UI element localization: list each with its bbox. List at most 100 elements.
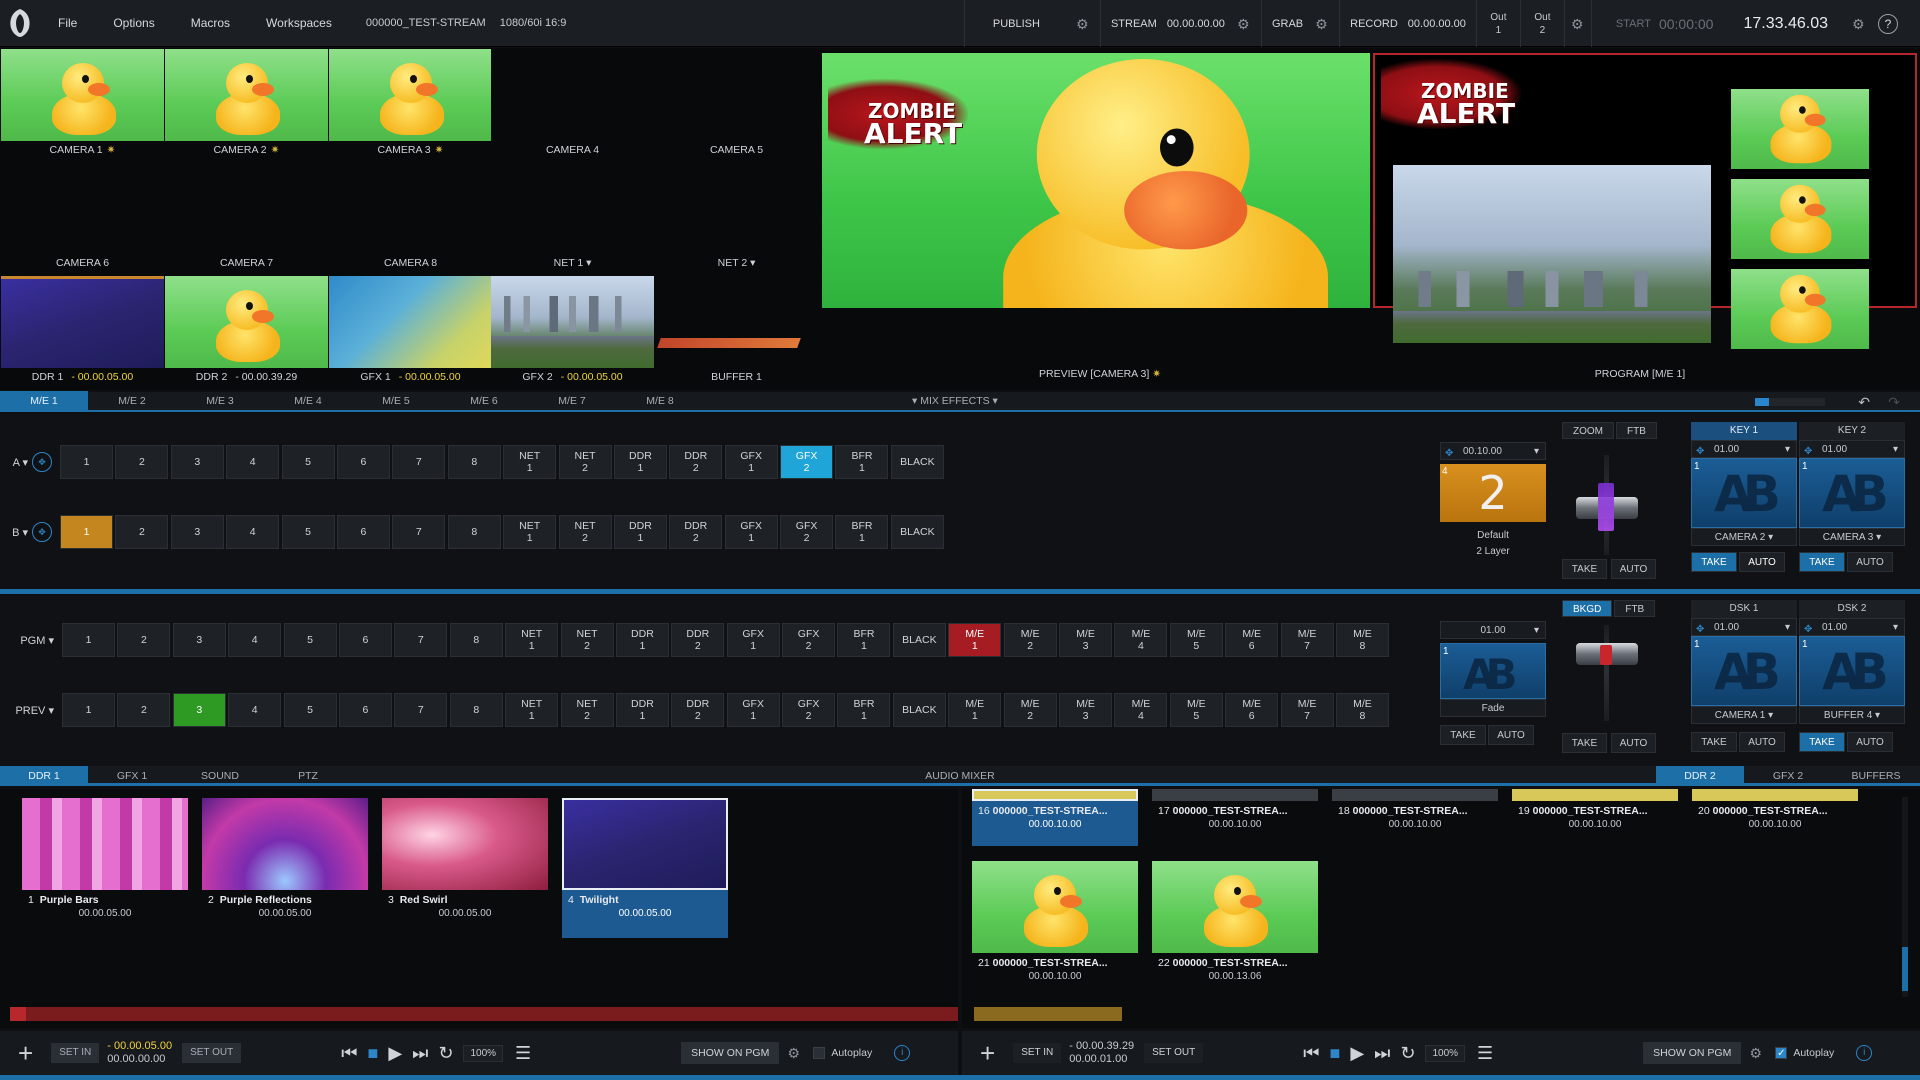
source-monitor-camera-7[interactable]: CAMERA 7 xyxy=(165,162,328,272)
row-prev-button-m/e-4[interactable]: M/E 4 xyxy=(1114,693,1168,727)
main-auto-button[interactable]: AUTO xyxy=(1488,725,1534,745)
row-b-button-2[interactable]: 2 xyxy=(115,515,169,549)
me-ftb-button[interactable]: FTB xyxy=(1616,422,1657,439)
tab-me-3[interactable]: M/E 3 xyxy=(176,391,264,411)
tab-me-6[interactable]: M/E 6 xyxy=(440,391,528,411)
net-2-dropdown-icon[interactable]: ▾ xyxy=(750,257,755,269)
net-1-dropdown-icon[interactable]: ▾ xyxy=(586,257,591,269)
row-prev-button-gfx-2[interactable]: GFX 2 xyxy=(782,693,836,727)
ddr-1-loop-icon[interactable]: ↻ xyxy=(438,1043,453,1064)
row-b-button-black[interactable]: BLACK xyxy=(890,515,944,549)
row-pgm-dropdown-icon[interactable]: ▾ xyxy=(48,635,54,647)
row-prev-button-5[interactable]: 5 xyxy=(283,693,337,727)
ddr-1-timeline[interactable] xyxy=(10,1007,958,1021)
row-b-button-6[interactable]: 6 xyxy=(336,515,390,549)
preview-monitor[interactable]: ZOMBIE ALERT xyxy=(822,53,1370,308)
dsk-1-take-button[interactable]: TAKE xyxy=(1691,732,1737,752)
ddr-2-clip-22[interactable]: 22 000000_TEST-STREA... 00.00.13.06 xyxy=(1152,861,1318,982)
ddr-2-gear-icon[interactable]: ⚙ xyxy=(1749,1046,1763,1060)
row-b-button-1[interactable]: 1 xyxy=(60,515,113,549)
me-tbar[interactable] xyxy=(1562,455,1652,555)
me-scrollbar[interactable] xyxy=(1755,398,1825,406)
key-1-take-button[interactable]: TAKE xyxy=(1691,552,1737,572)
row-b-button-gfx-2[interactable]: GFX 2 xyxy=(780,515,834,549)
row-pgm-button-m/e-8[interactable]: M/E 8 xyxy=(1335,623,1389,657)
tab-me-5[interactable]: M/E 5 xyxy=(352,391,440,411)
tab-me-1[interactable]: M/E 1 xyxy=(0,391,88,411)
row-a-button-net-2[interactable]: NET 2 xyxy=(558,445,612,479)
tab-buffers[interactable]: BUFFERS xyxy=(1832,766,1920,786)
ddr-2-next-icon[interactable]: ⏭ xyxy=(1374,1043,1390,1064)
tab-ptz[interactable]: PTZ xyxy=(264,766,352,786)
row-pgm-button-m/e-6[interactable]: M/E 6 xyxy=(1225,623,1279,657)
row-prev-button-1[interactable]: 1 xyxy=(62,693,115,727)
main-transition-name[interactable]: Fade xyxy=(1440,699,1546,717)
me-auto-button[interactable]: AUTO xyxy=(1611,559,1656,579)
source-monitor-buffer-1[interactable]: BUFFER 1 xyxy=(655,276,818,386)
stream-button[interactable]: STREAM 00.00.00.00 ⚙ xyxy=(1099,0,1261,47)
row-pgm-button-4[interactable]: 4 xyxy=(228,623,282,657)
row-a-button-ddr-2[interactable]: DDR 2 xyxy=(669,445,723,479)
row-a-button-ddr-1[interactable]: DDR 1 xyxy=(613,445,667,479)
row-pgm-button-m/e-2[interactable]: M/E 2 xyxy=(1003,623,1057,657)
tab-ddr-2[interactable]: DDR 2 xyxy=(1656,766,1744,786)
main-take-button[interactable]: TAKE xyxy=(1440,725,1486,745)
output-gear-icon[interactable]: ⚙ xyxy=(1571,17,1585,31)
main-transition-duration[interactable]: 01.00 ▾ xyxy=(1440,621,1546,639)
key-2-take-button[interactable]: TAKE xyxy=(1799,552,1845,572)
source-monitor-net-1[interactable]: NET 1 ▾ xyxy=(491,162,654,272)
source-monitor-gfx-1[interactable]: GFX 1- 00.00.05.00 xyxy=(329,276,492,386)
dsk-2-duration[interactable]: ✥ 01.00 ▾ xyxy=(1799,618,1905,636)
me-take-button[interactable]: TAKE xyxy=(1562,559,1607,579)
row-pgm-button-m/e-1[interactable]: M/E 1 xyxy=(948,623,1002,657)
zoom-button[interactable]: ZOOM xyxy=(1562,422,1614,439)
row-b-button-4[interactable]: 4 xyxy=(226,515,280,549)
grab-gear-icon[interactable]: ⚙ xyxy=(1315,17,1329,31)
main-transition-tile[interactable]: 1 AB xyxy=(1440,643,1546,699)
output-2-button[interactable]: Out 2 xyxy=(1519,0,1564,47)
row-b-button-8[interactable]: 8 xyxy=(447,515,501,549)
dsk-1-source[interactable]: CAMERA 1 ▾ xyxy=(1691,706,1797,724)
row-pgm-button-ddr-2[interactable]: DDR 2 xyxy=(671,623,725,657)
dsk-2-header[interactable]: DSK 2 xyxy=(1799,600,1905,618)
ddr-2-info-icon[interactable]: i xyxy=(1856,1045,1873,1061)
row-a-button-black[interactable]: BLACK xyxy=(890,445,944,479)
row-b-button-3[interactable]: 3 xyxy=(170,515,224,549)
ddr-2-autoplay-checkbox[interactable]: ✓ xyxy=(1775,1047,1788,1059)
key-1-header[interactable]: KEY 1 xyxy=(1691,422,1797,440)
bkgd-button[interactable]: BKGD xyxy=(1562,600,1613,617)
row-b-dropdown-icon[interactable]: ▾ xyxy=(22,527,28,539)
row-a-button-4[interactable]: 4 xyxy=(226,445,280,479)
row-a-button-7[interactable]: 7 xyxy=(392,445,446,479)
tab-ddr-1[interactable]: DDR 1 xyxy=(0,766,88,786)
source-monitor-gfx-2[interactable]: GFX 2- 00.00.05.00 xyxy=(491,276,654,386)
row-b-button-net-1[interactable]: NET 1 xyxy=(503,515,557,549)
row-prev-button-m/e-6[interactable]: M/E 6 xyxy=(1225,693,1279,727)
ddr-1-playlist-icon[interactable]: ☰ xyxy=(515,1043,531,1064)
ddr-1-clip-4[interactable]: 4 Twilight 00.00.05.00 xyxy=(562,798,728,938)
row-a-button-8[interactable]: 8 xyxy=(447,445,501,479)
tab-me-4[interactable]: M/E 4 xyxy=(264,391,352,411)
row-pgm-button-ddr-1[interactable]: DDR 1 xyxy=(615,623,669,657)
grab-button[interactable]: GRAB ⚙ xyxy=(1260,0,1339,47)
ddr-2-set-in-button[interactable]: SET IN xyxy=(1013,1043,1062,1063)
camera-1-proc-amp-icon[interactable]: ✷ xyxy=(107,144,116,156)
row-prev-button-4[interactable]: 4 xyxy=(228,693,282,727)
source-monitor-camera-1[interactable]: CAMERA 1 ✷ xyxy=(1,49,164,159)
row-pgm-button-m/e-4[interactable]: M/E 4 xyxy=(1114,623,1168,657)
row-b-button-gfx-1[interactable]: GFX 1 xyxy=(724,515,778,549)
row-a-button-gfx-1[interactable]: GFX 1 xyxy=(724,445,778,479)
output-1-button[interactable]: Out 1 xyxy=(1475,0,1520,47)
key-2-header[interactable]: KEY 2 xyxy=(1799,422,1905,440)
key-2-auto-button[interactable]: AUTO xyxy=(1847,552,1893,572)
ddr-1-show-on-pgm-button[interactable]: SHOW ON PGM xyxy=(681,1042,780,1064)
ddr-2-timeline[interactable] xyxy=(974,1007,1920,1021)
menu-file[interactable]: File xyxy=(40,0,95,47)
main-tbar-take-button[interactable]: TAKE xyxy=(1562,733,1607,753)
row-a-dropdown-icon[interactable]: ▾ xyxy=(22,457,28,469)
dsk-2-source[interactable]: BUFFER 4 ▾ xyxy=(1799,706,1905,724)
row-a-button-5[interactable]: 5 xyxy=(281,445,335,479)
source-monitor-camera-3[interactable]: CAMERA 3 ✷ xyxy=(329,49,492,159)
redo-icon[interactable]: ↷ xyxy=(1888,394,1900,411)
row-pgm-button-1[interactable]: 1 xyxy=(62,623,115,657)
